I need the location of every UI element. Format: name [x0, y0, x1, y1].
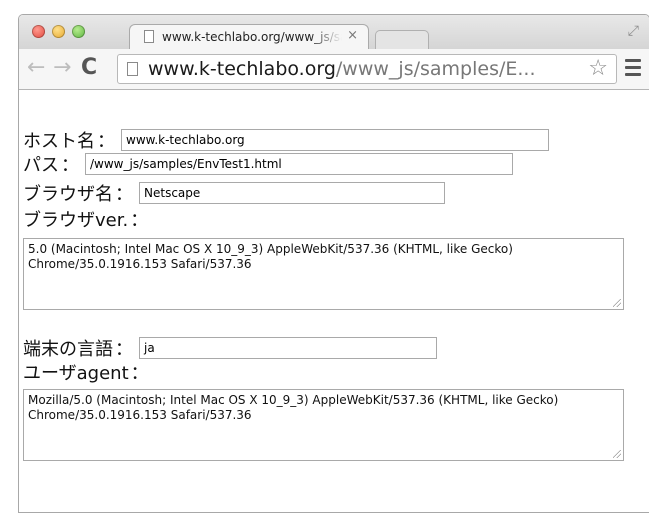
host-field[interactable]: www.k-techlabo.org — [121, 129, 549, 151]
url-host: www.k-techlabo.org — [148, 58, 336, 80]
browser-name-row: ブラウザ名： Netscape — [23, 180, 445, 206]
browser-ver-row: ブラウザver.： — [23, 206, 154, 232]
reload-icon[interactable]: C — [81, 55, 97, 81]
browser-ver-colon: ： — [130, 210, 149, 231]
new-tab-button[interactable] — [375, 30, 429, 49]
host-row: ホスト名： www.k-techlabo.org — [23, 127, 549, 153]
path-label: パス — [23, 155, 59, 176]
browser-toolbar: ← → C www.k-techlabo.org/www_js/samples/… — [19, 49, 649, 90]
tab-close-icon[interactable]: × — [347, 28, 358, 43]
user-agent-label: ユーザagent — [23, 363, 129, 384]
host-label: ホスト名 — [23, 131, 95, 152]
path-field[interactable]: /www_js/samples/EnvTest1.html — [85, 153, 513, 175]
tab-title: www.k-techlabo.org/www_js/samples/EnvTes… — [162, 30, 342, 44]
bookmark-star-icon[interactable]: ☆ — [588, 56, 608, 82]
tab-strip: www.k-techlabo.org/www_js/samples/EnvTes… — [19, 15, 649, 50]
browser-tab[interactable]: www.k-techlabo.org/www_js/samples/EnvTes… — [129, 24, 369, 50]
menu-icon[interactable] — [625, 59, 641, 79]
browser-ver-label: ブラウザver. — [23, 210, 129, 231]
forward-arrow-icon[interactable]: → — [53, 55, 71, 81]
browser-ver-textarea[interactable]: 5.0 (Macintosh; Intel Mac OS X 10_9_3) A… — [23, 238, 624, 310]
user-agent-value: Mozilla/5.0 (Macintosh; Intel Mac OS X 1… — [28, 393, 559, 422]
page-icon — [127, 62, 138, 76]
zoom-button-icon[interactable] — [72, 25, 85, 38]
path-colon: ： — [61, 155, 79, 176]
resize-grip-icon[interactable] — [613, 299, 621, 307]
browser-name-colon: ： — [115, 184, 133, 205]
user-agent-textarea[interactable]: Mozilla/5.0 (Macintosh; Intel Mac OS X 1… — [23, 389, 624, 461]
language-colon: ： — [115, 339, 133, 360]
back-arrow-icon[interactable]: ← — [27, 55, 45, 81]
language-row: 端末の言語： ja — [23, 335, 437, 361]
page-content: ホスト名： www.k-techlabo.org パス： /www_js/sam… — [19, 90, 649, 510]
address-bar[interactable]: www.k-techlabo.org/www_js/samples/E... ☆ — [117, 54, 617, 84]
fullscreen-icon[interactable]: ⤢ — [628, 23, 639, 39]
resize-grip-icon[interactable] — [613, 450, 621, 458]
minimize-button-icon[interactable] — [52, 25, 65, 38]
page-icon — [144, 30, 154, 43]
address-url[interactable]: www.k-techlabo.org/www_js/samples/E... — [148, 57, 568, 81]
browser-name-field[interactable]: Netscape — [139, 182, 445, 204]
user-agent-row: ユーザagent： — [23, 359, 155, 385]
browser-name-label: ブラウザ名 — [23, 184, 113, 205]
browser-window: www.k-techlabo.org/www_js/samples/EnvTes… — [18, 14, 649, 513]
path-row: パス： /www_js/samples/EnvTest1.html — [23, 151, 513, 177]
language-label: 端末の言語 — [23, 339, 113, 360]
close-button-icon[interactable] — [32, 25, 45, 38]
url-path: /www_js/samples/E... — [335, 58, 536, 80]
host-colon: ： — [97, 131, 115, 152]
language-field[interactable]: ja — [139, 337, 437, 359]
browser-ver-value: 5.0 (Macintosh; Intel Mac OS X 10_9_3) A… — [28, 242, 513, 271]
user-agent-colon: ： — [130, 363, 149, 384]
